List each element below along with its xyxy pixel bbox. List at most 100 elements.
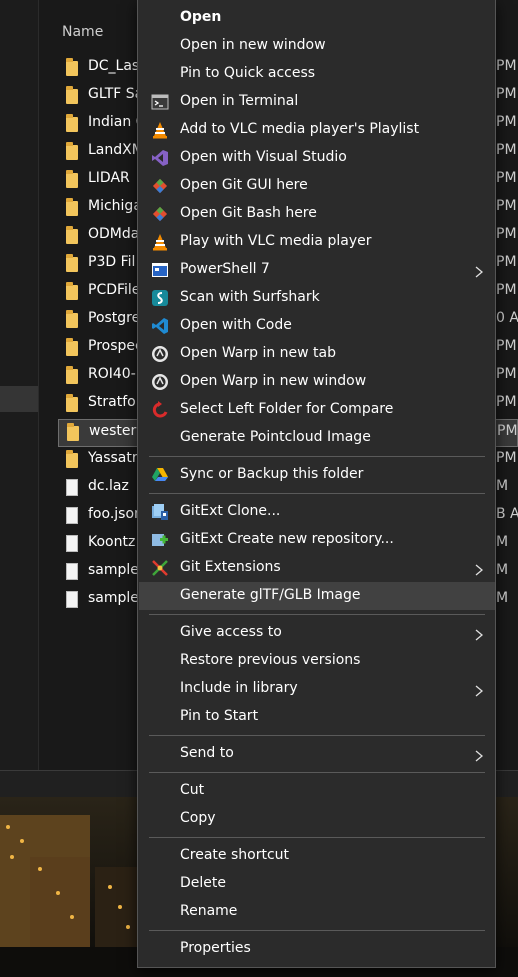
folder-icon [66, 450, 78, 468]
menu-item-label: Give access to [180, 624, 282, 640]
menu-item-create-shortcut[interactable]: Create shortcut [139, 842, 495, 870]
context-menu: Open Open in new window Pin to Quick acces… [137, 0, 496, 968]
menu-item-label: Scan with Surfshark [180, 289, 320, 305]
menu-item-include-in-library[interactable]: Include in library [139, 675, 495, 703]
menu-item-label: PowerShell 7 [180, 261, 270, 277]
menu-item-label: Play with VLC media player [180, 233, 372, 249]
menu-item-gitext-create-new-repository[interactable]: GitExt Create new repository... [139, 526, 495, 554]
file-date-modified: PM [496, 338, 517, 354]
folder-icon [66, 310, 78, 328]
menu-item-scan-with-surfshark[interactable]: Scan with Surfshark [139, 284, 495, 312]
git-icon [151, 177, 169, 195]
file-name: Michiga [88, 198, 142, 214]
folder-icon [66, 142, 78, 160]
menu-item-powershell-7[interactable]: PowerShell 7 [139, 256, 495, 284]
menu-item-label: Properties [180, 940, 251, 956]
menu-separator [149, 930, 485, 931]
terminal-icon [151, 93, 169, 111]
menu-item-add-to-vlc-media-player-s-playlist[interactable]: Add to VLC media player's Playlist [139, 116, 495, 144]
file-name: PCDFile [88, 282, 141, 298]
file-date-modified: PM [496, 86, 517, 102]
file-date-modified: M [496, 478, 509, 494]
file-date-modified: PM [496, 170, 517, 186]
file-date-modified: M [496, 562, 509, 578]
menu-item-label: Copy [180, 810, 216, 826]
file-name: LandXM [88, 142, 144, 158]
menu-item-git-extensions[interactable]: Git Extensions [139, 554, 495, 582]
gitext-new-icon [151, 531, 169, 549]
column-header-name[interactable]: Name [62, 24, 103, 40]
folder-icon [66, 338, 78, 356]
chevron-right-icon [475, 626, 484, 641]
menu-item-delete[interactable]: Delete [139, 870, 495, 898]
menu-item-open-in-terminal[interactable]: Open in Terminal [139, 88, 495, 116]
menu-item-label: Open Git Bash here [180, 205, 317, 221]
menu-separator [149, 614, 485, 615]
menu-item-label: Open Warp in new window [180, 373, 367, 389]
file-date-modified: M [496, 590, 509, 606]
menu-item-open-git-bash-here[interactable]: Open Git Bash here [139, 200, 495, 228]
menu-item-open-git-gui-here[interactable]: Open Git GUI here [139, 172, 495, 200]
menu-separator [149, 493, 485, 494]
menu-item-label: Cut [180, 782, 205, 798]
menu-item-label: Include in library [180, 680, 298, 696]
file-date-modified: PM [496, 198, 517, 214]
menu-separator [149, 837, 485, 838]
menu-item-cut[interactable]: Cut [139, 777, 495, 805]
file-name: Stratfor [88, 394, 142, 410]
menu-item-give-access-to[interactable]: Give access to [139, 619, 495, 647]
file-date-modified: B A [496, 506, 518, 522]
menu-item-open-with-visual-studio[interactable]: Open with Visual Studio [139, 144, 495, 172]
menu-item-label: Rename [180, 903, 238, 919]
file-date-modified: PM [496, 450, 517, 466]
menu-item-label: Create shortcut [180, 847, 290, 863]
file-name: GLTF Sa [88, 86, 144, 102]
menu-item-open-with-code[interactable]: Open with Code [139, 312, 495, 340]
folder-icon [66, 366, 78, 384]
menu-item-label: Pin to Quick access [180, 65, 316, 81]
folder-icon [66, 198, 78, 216]
menu-item-select-left-folder-for-compare[interactable]: Select Left Folder for Compare [139, 396, 495, 424]
file-name: Koontz [88, 534, 136, 550]
file-name: dc.laz [88, 478, 129, 494]
gitext-icon [151, 559, 169, 577]
warp-icon [151, 345, 169, 363]
menu-item-label: Sync or Backup this folder [180, 466, 364, 482]
git-icon [151, 205, 169, 223]
menu-item-restore-previous-versions[interactable]: Restore previous versions [139, 647, 495, 675]
menu-item-generate-pointcloud-image[interactable]: Generate Pointcloud Image [139, 424, 495, 452]
file-name: ODMda [88, 226, 140, 242]
menu-item-label: Delete [180, 875, 226, 891]
menu-item-sync-or-backup-this-folder[interactable]: Sync or Backup this folder [139, 461, 495, 489]
menu-item-copy[interactable]: Copy [139, 805, 495, 833]
menu-item-generate-gltf-glb-image[interactable]: Generate glTF/GLB Image [139, 582, 495, 610]
menu-item-label: Select Left Folder for Compare [180, 401, 394, 417]
menu-item-play-with-vlc-media-player[interactable]: Play with VLC media player [139, 228, 495, 256]
menu-item-gitext-clone[interactable]: GitExt Clone... [139, 498, 495, 526]
file-date-modified: 0 A [496, 310, 518, 326]
file-name: ROI40- [88, 366, 136, 382]
folder-icon [66, 394, 78, 412]
gitext-clone-icon [151, 503, 169, 521]
menu-separator [149, 772, 485, 773]
menu-item-label: Open [180, 9, 222, 25]
navigation-selected-item[interactable] [0, 386, 38, 412]
file-date-modified: PM [497, 423, 518, 439]
file-name: sample [88, 562, 139, 578]
menu-item-open-warp-in-new-window[interactable]: Open Warp in new window [139, 368, 495, 396]
menu-item-label: Open in new window [180, 37, 326, 53]
menu-item-rename[interactable]: Rename [139, 898, 495, 926]
menu-item-properties[interactable]: Properties [139, 935, 495, 963]
menu-item-pin-to-start[interactable]: Pin to Start [139, 703, 495, 731]
menu-item-open-warp-in-new-tab[interactable]: Open Warp in new tab [139, 340, 495, 368]
menu-item-send-to[interactable]: Send to [139, 740, 495, 768]
folder-icon [66, 86, 78, 104]
file-name: DC_Las [88, 58, 140, 74]
chevron-right-icon [475, 561, 484, 576]
menu-item-label: Restore previous versions [180, 652, 361, 668]
menu-item-open-in-new-window[interactable]: Open in new window [139, 32, 495, 60]
menu-item-pin-to-quick-access[interactable]: Pin to Quick access [139, 60, 495, 88]
navigation-pane[interactable] [0, 0, 39, 770]
menu-item-open[interactable]: Open [139, 4, 495, 32]
file-date-modified: PM [496, 226, 517, 242]
